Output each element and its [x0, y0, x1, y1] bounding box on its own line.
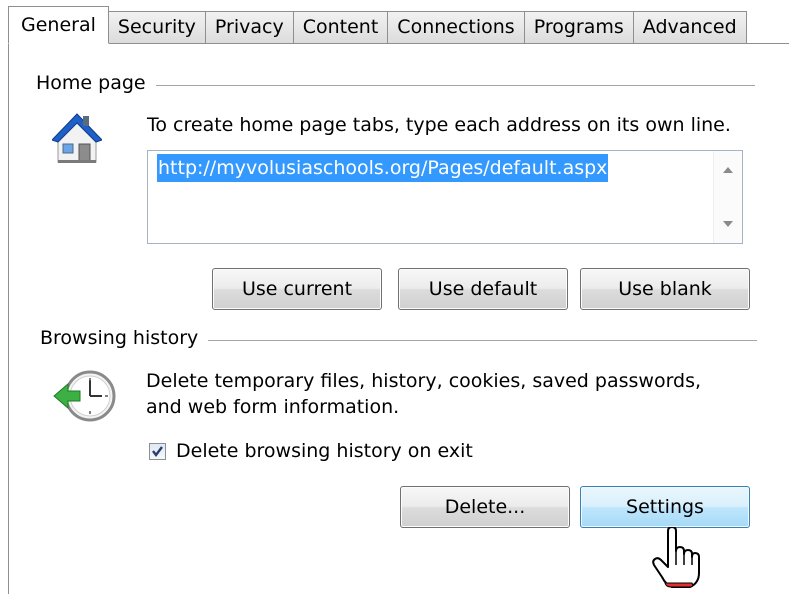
delete-on-exit-label[interactable]: Delete browsing history on exit	[176, 438, 473, 465]
hand-cursor-icon	[652, 526, 700, 593]
tab-privacy[interactable]: Privacy	[205, 11, 294, 44]
internet-options-dialog: General Security Privacy Content Connect…	[0, 0, 789, 594]
tab-programs[interactable]: Programs	[524, 11, 634, 44]
settings-button[interactable]: Settings	[580, 486, 750, 528]
scroll-up-arrow-icon[interactable]	[723, 167, 733, 173]
home-page-url-textarea[interactable]: http://myvolusiaschools.org/Pages/defaul…	[147, 150, 743, 244]
tab-content[interactable]: Content	[293, 11, 389, 44]
clock-delete-icon	[52, 366, 122, 430]
home-page-description: To create home page tabs, type each addr…	[147, 114, 731, 136]
browsing-history-description-line1: Delete temporary files, history, cookies…	[146, 370, 702, 392]
url-scrollbar[interactable]	[713, 151, 742, 243]
use-blank-button[interactable]: Use blank	[580, 268, 750, 310]
tab-strip: General Security Privacy Content Connect…	[8, 6, 747, 44]
browsing-history-group-title: Browsing history	[40, 327, 209, 349]
browsing-history-description-line2: and web form information.	[146, 396, 400, 418]
tab-general[interactable]: General	[8, 6, 109, 44]
house-icon	[51, 108, 103, 170]
tab-security[interactable]: Security	[108, 11, 206, 44]
delete-button[interactable]: Delete...	[400, 486, 570, 528]
home-page-group-title: Home page	[36, 72, 156, 94]
home-page-url-text: http://myvolusiaschools.org/Pages/defaul…	[157, 154, 609, 182]
home-page-group-line	[150, 85, 755, 86]
use-current-button[interactable]: Use current	[212, 268, 382, 310]
tab-advanced[interactable]: Advanced	[633, 11, 747, 44]
scroll-down-arrow-icon[interactable]	[723, 221, 733, 227]
use-default-button[interactable]: Use default	[398, 268, 568, 310]
tab-connections[interactable]: Connections	[388, 11, 525, 44]
browsing-history-group-line	[205, 340, 757, 341]
delete-on-exit-checkbox[interactable]	[149, 443, 166, 460]
